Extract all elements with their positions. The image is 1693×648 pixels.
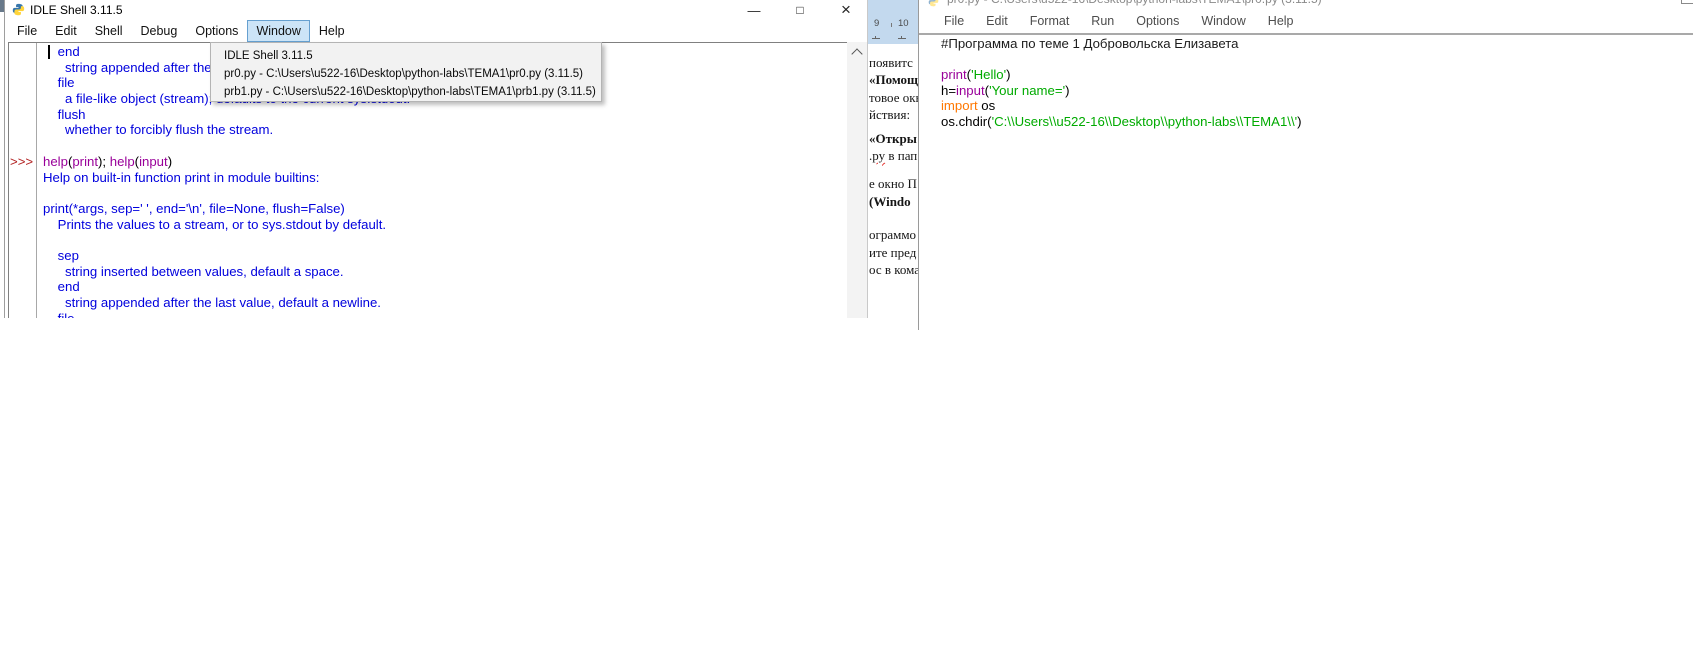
window-title: IDLE Shell 3.11.5 [30, 3, 123, 17]
idle-menu-file[interactable]: File [8, 20, 46, 42]
text-line: string inserted between values, default … [43, 264, 848, 280]
idle-menu-window[interactable]: Window [247, 20, 309, 42]
word-text-fragment: (Windo [869, 194, 911, 210]
maximize-button-clipped [1681, 0, 1693, 4]
word-text-fragment: «Откры [869, 131, 917, 147]
editor-window-title: pr0.py - C:\Users\u522-16\Desktop\python… [947, 0, 1322, 6]
text-line: print('Hello') [941, 67, 1693, 83]
window-menu-item[interactable]: prb1.py - C:\Users\u522-16\Desktop\pytho… [211, 83, 601, 101]
word-text-fragment: йствия: [869, 107, 910, 123]
editor-window: pr0.py - C:\Users\u522-16\Desktop\python… [918, 0, 1693, 330]
idle-menu-shell[interactable]: Shell [86, 20, 132, 42]
text-line: print(*args, sep=' ', end='\n', file=Non… [43, 201, 848, 217]
word-text-fragment: е окно П [869, 176, 917, 192]
idle-menu-help[interactable]: Help [310, 20, 354, 42]
word-text-fragment: появитс [869, 55, 913, 71]
close-icon: × [841, 0, 851, 20]
minimize-button[interactable]: — [731, 0, 777, 20]
word-text-fragment: ите пред [869, 245, 916, 261]
window-menu-item[interactable]: IDLE Shell 3.11.5 [211, 47, 601, 65]
editor-menu-file[interactable]: File [933, 8, 975, 35]
text-line: #Программа по теме 1 Добровольска Елизав… [941, 36, 1693, 52]
editor-menubar: FileEditFormatRunOptionsWindowHelp [933, 8, 1305, 33]
text-line [43, 185, 848, 201]
scroll-up-icon[interactable] [851, 48, 862, 59]
text-cursor [48, 45, 50, 59]
idle-menu-edit[interactable]: Edit [46, 20, 86, 42]
window-menu-dropdown: IDLE Shell 3.11.5pr0.py - C:\Users\u522-… [210, 42, 602, 102]
text-line: flush [43, 107, 848, 123]
idle-menubar: FileEditShellDebugOptionsWindowHelp [5, 20, 867, 42]
text-line: sep [43, 248, 848, 264]
shell-prompt-gutter: >>> [9, 43, 37, 318]
text-line: h=input('Your name=') [941, 83, 1693, 99]
editor-menu-help[interactable]: Help [1257, 8, 1305, 35]
text-line: string appended after the last value, de… [43, 295, 848, 311]
minimize-icon: — [748, 3, 761, 18]
editor-menu-run[interactable]: Run [1080, 8, 1125, 35]
text-line [941, 52, 1693, 68]
menubar-separator [919, 33, 1693, 35]
text-line [43, 138, 848, 154]
maximize-icon: □ [796, 3, 803, 17]
spellcheck-squiggle: ру [872, 148, 885, 163]
idle-menu-debug[interactable]: Debug [132, 20, 187, 42]
editor-menu-format[interactable]: Format [1019, 8, 1081, 35]
shell-prompt: >>> [10, 154, 33, 169]
editor-menu-edit[interactable]: Edit [975, 8, 1019, 35]
word-text-fragment: .ру в пап [869, 148, 917, 164]
text-line: Help on built-in function print in modul… [43, 170, 848, 186]
text-line: help(print); help(input) [43, 154, 848, 170]
word-text-fragments: появитс«Помощ товое окнйствия: «Откры.ру в… [868, 0, 918, 320]
text-line: import os [941, 98, 1693, 114]
text-line: whether to forcibly flush the stream. [43, 122, 848, 138]
text-line: end [43, 279, 848, 295]
editor-menu-window[interactable]: Window [1190, 8, 1256, 35]
word-document-sliver: 9 10 появитс«Помощтовое окнйствия:«Откры… [868, 0, 918, 320]
text-line [43, 232, 848, 248]
word-text-fragment: ограммо [869, 227, 916, 243]
word-text-fragment: «Помощ [869, 72, 918, 88]
editor-code-area[interactable]: #Программа по теме 1 Добровольска Елизав… [941, 36, 1693, 129]
window-menu-item[interactable]: pr0.py - C:\Users\u522-16\Desktop\python… [211, 65, 601, 83]
text-line: file [43, 311, 848, 318]
editor-menu-options[interactable]: Options [1125, 8, 1190, 35]
python-app-icon [928, 0, 939, 7]
word-text-fragment: товое окн [869, 90, 918, 106]
maximize-button[interactable]: □ [777, 0, 823, 20]
text-line: Prints the values to a stream, or to sys… [43, 217, 848, 233]
word-text-fragment: ос в кома [869, 262, 918, 278]
vertical-scrollbar[interactable] [847, 42, 868, 318]
editor-titlebar-clipped: pr0.py - C:\Users\u522-16\Desktop\python… [919, 0, 1693, 7]
text-line: os.chdir('C:\\Users\\u522-16\\Desktop\\p… [941, 114, 1693, 130]
idle-titlebar: IDLE Shell 3.11.5 — □ × [5, 0, 867, 20]
python-app-icon [12, 3, 25, 21]
idle-menu-options[interactable]: Options [186, 20, 247, 42]
close-button[interactable]: × [823, 0, 868, 20]
